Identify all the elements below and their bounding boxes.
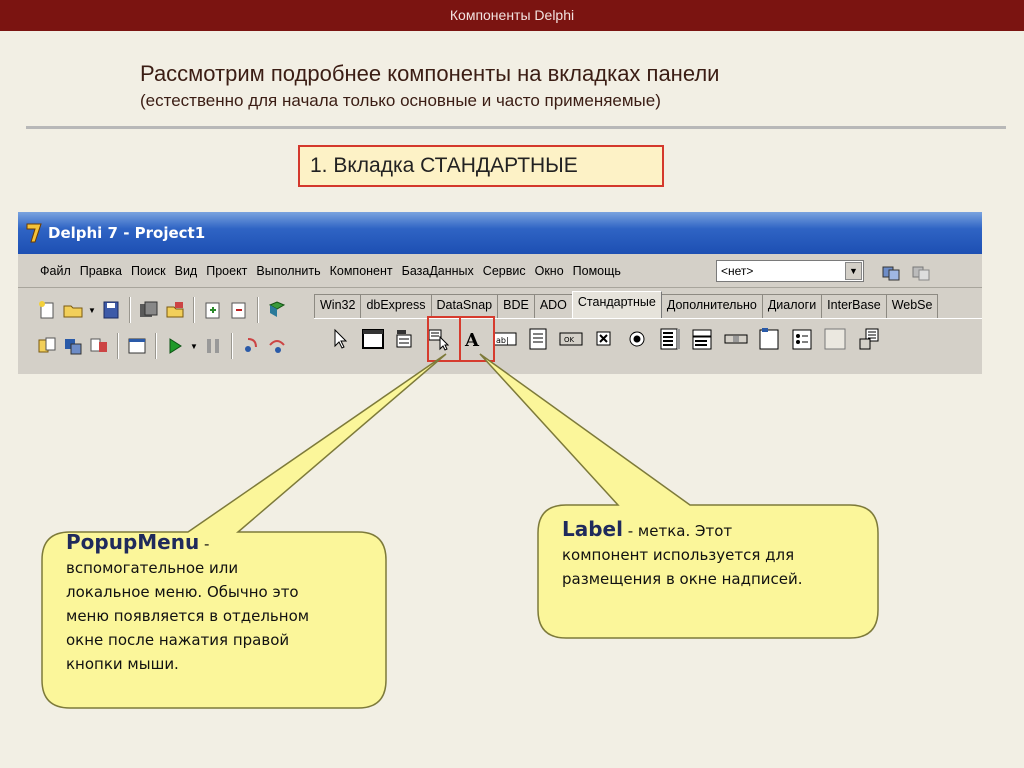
popupmenu-line: вспомогательное или bbox=[66, 559, 239, 577]
label-line: компонент используется для bbox=[562, 546, 795, 564]
popupmenu-dash: - bbox=[199, 535, 210, 553]
label-callout bbox=[479, 353, 879, 639]
popupmenu-line: кнопки мыши. bbox=[66, 655, 179, 673]
popupmenu-term: PopupMenu bbox=[66, 530, 200, 554]
label-line: размещения в окне надписей. bbox=[562, 570, 803, 588]
popupmenu-line: окне после нажатия правой bbox=[66, 631, 290, 649]
popupmenu-description: PopupMenu - вспомогательное или локально… bbox=[66, 530, 376, 676]
popupmenu-line: локальное меню. Обычно это bbox=[66, 583, 299, 601]
label-description: Label - метка. Этот компонент использует… bbox=[562, 517, 872, 591]
popupmenu-line: меню появляется в отдельном bbox=[66, 607, 310, 625]
label-term: Label bbox=[562, 517, 623, 541]
label-dash: - метка. Этот bbox=[622, 522, 733, 540]
